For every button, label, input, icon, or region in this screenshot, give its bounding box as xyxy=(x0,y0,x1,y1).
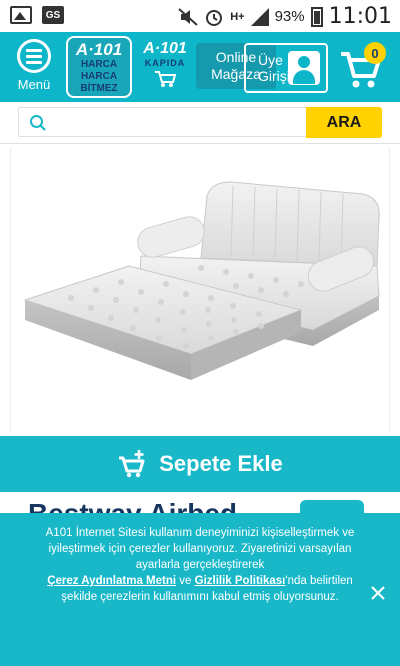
menu-button[interactable]: Menü xyxy=(12,39,56,99)
status-bar: GS H+ 93% 11:01 xyxy=(0,0,400,32)
signal-icon xyxy=(250,7,269,26)
user-icon xyxy=(288,51,320,85)
cart-button[interactable]: 0 xyxy=(338,40,390,94)
cookie-policy-link[interactable]: Çerez Aydınlatma Metni xyxy=(47,575,176,587)
search-bar: ARA xyxy=(0,102,400,144)
alarm-icon xyxy=(206,9,223,26)
close-icon[interactable] xyxy=(368,583,388,603)
clock: 11:01 xyxy=(328,4,392,29)
search-input[interactable] xyxy=(55,112,303,134)
cart-plus-icon xyxy=(119,450,145,478)
cookie-text: A101 İnternet Sitesi kullanım deneyimini… xyxy=(45,527,355,603)
mute-icon xyxy=(178,7,198,26)
add-to-cart-label: Sepete Ekle xyxy=(159,451,283,476)
menu-label: Menü xyxy=(17,77,51,92)
privacy-policy-link[interactable]: Gizlilik Politikası xyxy=(195,575,286,587)
cookie-banner: A101 İnternet Sitesi kullanım deneyimini… xyxy=(0,513,400,666)
airbed-image xyxy=(23,181,380,380)
kapida-cart-icon xyxy=(155,71,177,87)
a101-logo[interactable]: A·101 HARCA HARCA BİTMEZ xyxy=(66,36,132,98)
network-type: H+ xyxy=(230,10,245,23)
search-field xyxy=(18,107,308,137)
product-image[interactable] xyxy=(10,148,390,432)
cart-count-badge: 0 xyxy=(364,42,386,64)
add-to-cart-button[interactable]: Sepete Ekle xyxy=(0,436,400,492)
header: Menü A·101 HARCA HARCA BİTMEZ A·101 KAPI… xyxy=(0,32,400,102)
hamburger-icon xyxy=(17,39,51,73)
search-button[interactable]: ARA xyxy=(306,107,382,138)
image-icon xyxy=(10,6,32,24)
a101-kapida-logo[interactable]: A·101 KAPIDA xyxy=(138,40,192,94)
gs-icon: GS xyxy=(42,6,64,24)
search-icon xyxy=(30,115,46,131)
battery-percent: 93% xyxy=(274,8,305,25)
battery-icon xyxy=(310,6,323,27)
account-button[interactable]: Üye Girişi xyxy=(244,43,328,93)
